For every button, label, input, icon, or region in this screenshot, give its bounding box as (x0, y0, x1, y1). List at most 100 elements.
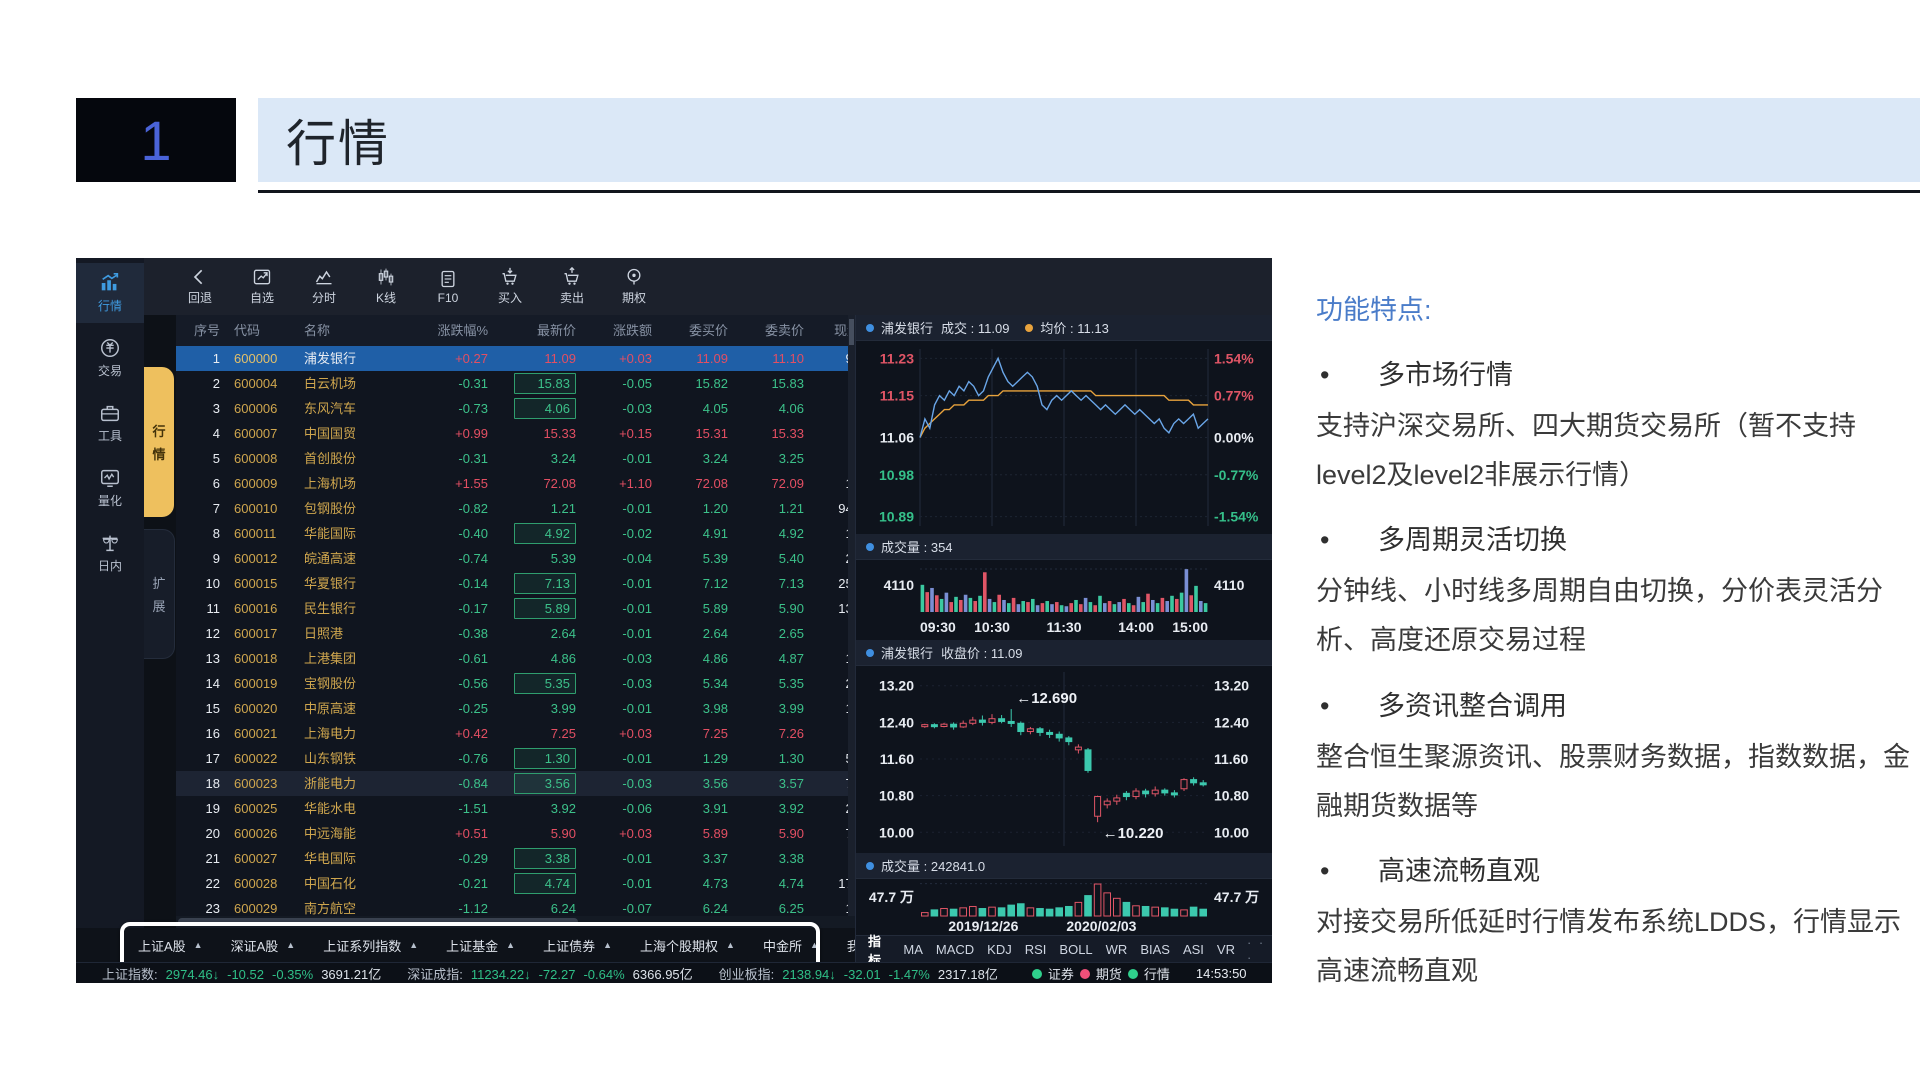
feature-item: •多市场行情支持沪深交易所、四大期货交易所（暂不支持level2及level2非… (1316, 353, 1912, 500)
toolbar-item-期权[interactable]: 期权 (603, 267, 665, 306)
svg-text:0.77%: 0.77% (1214, 388, 1254, 404)
column-header-涨跌幅%[interactable]: 涨跌幅% (404, 315, 488, 346)
table-row[interactable]: 14600019宝钢股份-0.565.35-0.035.345.352646.9 (176, 671, 855, 696)
table-row[interactable]: 17600022山东钢铁-0.761.30-0.011.291.305745.3 (176, 746, 855, 771)
indicator-MA[interactable]: MA (903, 942, 923, 957)
table-row[interactable]: 8600011华能国际-0.404.92-0.024.914.921927.1 (176, 521, 855, 546)
table-row[interactable]: 5600008首创股份-0.313.24-0.013.243.25115.8 (176, 446, 855, 471)
indicator-VR[interactable]: VR (1217, 942, 1235, 957)
cell: 3.37 (652, 846, 728, 871)
indicator-BIAS[interactable]: BIAS (1140, 942, 1170, 957)
indicator-KDJ[interactable]: KDJ (987, 942, 1012, 957)
table-row[interactable]: 2600004白云机场-0.3115.83-0.0515.8215.83410.… (176, 371, 855, 396)
indicator-RSI[interactable]: RSI (1025, 942, 1047, 957)
market-tab-上证基金[interactable]: 上证基金▲ (432, 936, 529, 955)
table-row[interactable]: 10600015华夏银行-0.147.13-0.017.127.1325313.… (176, 571, 855, 596)
column-header-涨跌额[interactable]: 涨跌额 (576, 315, 652, 346)
column-header-序号[interactable]: 序号 (176, 315, 226, 346)
sidebar-item-行情[interactable]: 行情 (76, 263, 144, 323)
minute-avg-value: 均价 : 11.13 (1040, 318, 1108, 337)
toolbar-item-分时[interactable]: 分时 (293, 267, 355, 306)
table-row[interactable]: 18600023浙能电力-0.843.56-0.033.563.577613.4 (176, 771, 855, 796)
tab-collapse-arrow-icon[interactable]: ▲ (603, 940, 612, 950)
table-row[interactable]: 15600020中原高速-0.253.99-0.013.983.991320.9 (176, 696, 855, 721)
table-row[interactable]: 12600017日照港-0.382.64-0.012.642.65210.5 (176, 621, 855, 646)
cell: -0.31 (404, 371, 488, 396)
table-row[interactable]: 4600007中国国贸+0.9915.33+0.1515.3115.3311.6 (176, 421, 855, 446)
bullet: • (1316, 856, 1378, 887)
table-row[interactable]: 22600028中国石化-0.214.74-0.014.734.7417191.… (176, 871, 855, 896)
market-tab-上海个股期权[interactable]: 上海个股期权▲ (626, 936, 749, 955)
side-tab-扩展[interactable]: 扩展 (144, 529, 175, 659)
table-row[interactable]: 21600027华电国际-0.293.38-0.013.373.38220.1 (176, 846, 855, 871)
table-row[interactable]: 19600025华能水电-1.513.92-0.063.913.922532.6 (176, 796, 855, 821)
cell: 4.06 (728, 396, 804, 421)
column-header-最新价[interactable]: 最新价 (488, 315, 576, 346)
toolbar-item-K线[interactable]: K线 (355, 267, 417, 306)
tab-collapse-arrow-icon[interactable]: ▲ (409, 940, 418, 950)
market-tab-上证债券[interactable]: 上证债券▲ (529, 936, 626, 955)
toolbar-item-卖出[interactable]: 卖出 (541, 267, 603, 306)
sidebar-item-日内[interactable]: 日内 (76, 523, 144, 583)
vertical-scroll-thumb[interactable] (849, 319, 854, 345)
tab-collapse-arrow-icon[interactable]: ▲ (810, 940, 819, 950)
column-header-代码[interactable]: 代码 (226, 315, 300, 346)
connection-status: 证券期货行情 (1032, 964, 1170, 983)
table-row[interactable]: 7600010包钢股份-0.821.21-0.011.201.21947208.… (176, 496, 855, 521)
vertical-scrollbar[interactable] (848, 315, 855, 916)
market-tab-上证A股[interactable]: 上证A股▲ (124, 936, 217, 955)
tab-collapse-arrow-icon[interactable]: ▲ (286, 940, 295, 950)
cell: 600012 (226, 546, 300, 571)
cell: 4.74 (488, 871, 576, 896)
indicator-WR[interactable]: WR (1106, 942, 1128, 957)
table-row[interactable]: 1600000浦发银行+0.2711.09+0.0311.0911.109524… (176, 346, 855, 371)
status-dot-证券 (1032, 969, 1042, 979)
kline-chart[interactable]: 13.2013.2012.4012.4011.6011.6010.8010.80… (856, 666, 1272, 853)
cell: 3.57 (728, 771, 804, 796)
index-summary-上证指数:: 上证指数:2974.46↓-10.52-0.35%3691.21亿 (76, 964, 381, 983)
column-header-委买价[interactable]: 委买价 (652, 315, 728, 346)
horizontal-scrollbar[interactable] (176, 916, 855, 928)
side-tab-行情[interactable]: 行情 (144, 367, 174, 517)
toolbar-item-F10[interactable]: F10 (417, 269, 479, 305)
minute-volume-chart[interactable]: 4110411009:3010:3011:3014:0015:00 (856, 560, 1272, 640)
svg-text:11.60: 11.60 (880, 751, 914, 767)
tab-collapse-arrow-icon[interactable]: ▲ (194, 940, 203, 950)
column-header-委卖价[interactable]: 委卖价 (728, 315, 804, 346)
cell: 7.12 (652, 571, 728, 596)
table-row[interactable]: 3600006东风汽车-0.734.06-0.034.054.06610.6 (176, 396, 855, 421)
sidebar-item-工具[interactable]: 工具 (76, 393, 144, 453)
tab-collapse-arrow-icon[interactable]: ▲ (726, 940, 735, 950)
table-row[interactable]: 13600018上港集团-0.614.86-0.034.864.871328.5 (176, 646, 855, 671)
tab-collapse-arrow-icon[interactable]: ▲ (506, 940, 515, 950)
kline-stock-name: 浦发银行 (881, 643, 933, 662)
indicator-MACD[interactable]: MACD (936, 942, 974, 957)
sidebar-item-量化[interactable]: 量化 (76, 458, 144, 518)
table-row[interactable]: 9600012皖通高速-0.745.39-0.045.395.40203.3 (176, 546, 855, 571)
market-tab-中金所[interactable]: 中金所▲ (749, 936, 833, 955)
indicator-ASI[interactable]: ASI (1183, 942, 1204, 957)
sidebar-item-交易[interactable]: 交易 (76, 328, 144, 388)
toolbar-item-买入[interactable]: 买入 (479, 267, 541, 306)
toolbar-item-回退[interactable]: 回退 (169, 267, 231, 306)
cell: -0.73 (404, 396, 488, 421)
market-tab-我的自选[interactable]: 我的自选 (833, 936, 855, 955)
table-row[interactable]: 20600026中远海能+0.515.90+0.035.895.907722.7 (176, 821, 855, 846)
svg-text:47.7 万: 47.7 万 (869, 889, 914, 905)
sidebar-item-label: 工具 (98, 427, 122, 444)
column-header-名称[interactable]: 名称 (300, 315, 404, 346)
indicator-more[interactable]: · · · (1247, 935, 1272, 965)
kline-icon (376, 267, 396, 287)
market-tab-深证A股[interactable]: 深证A股▲ (217, 936, 310, 955)
cell: 中原高速 (300, 696, 404, 721)
toolbar-item-自选[interactable]: 自选 (231, 267, 293, 306)
table-row[interactable]: 11600016民生银行-0.175.89-0.015.895.9013765.… (176, 596, 855, 621)
market-tab-上证系列指数[interactable]: 上证系列指数▲ (309, 936, 432, 955)
table-row[interactable]: 16600021上海电力+0.427.25+0.037.257.2614.5 (176, 721, 855, 746)
table-row[interactable]: 6600009上海机场+1.5572.08+1.1072.0872.091011… (176, 471, 855, 496)
indicator-BOLL[interactable]: BOLL (1059, 942, 1092, 957)
kline-volume-chart[interactable]: 47.7 万47.7 万2019/12/262020/02/03 (856, 878, 1272, 935)
minute-chart[interactable]: 11.2311.1511.0610.9810.891.54%0.77%0.00%… (856, 341, 1272, 534)
svg-text:2019/12/26: 2019/12/26 (948, 918, 1018, 934)
horizontal-scroll-thumb[interactable] (178, 918, 578, 926)
